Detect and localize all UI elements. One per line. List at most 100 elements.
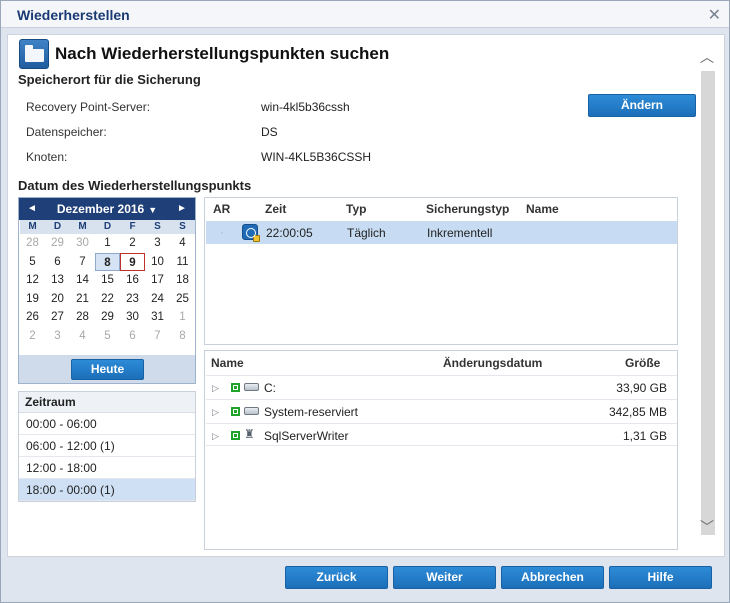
rps-value: win-4kl5b36cssh — [261, 100, 350, 114]
drive-icon — [244, 407, 259, 415]
help-button[interactable]: Hilfe — [609, 566, 712, 589]
contents-table: Name Änderungsdatum Größe ▷ C: 33,90 GB … — [204, 350, 678, 550]
calendar-day[interactable]: 3 — [145, 234, 170, 253]
vertical-scrollbar[interactable] — [701, 71, 715, 535]
calendar-day[interactable]: 28 — [20, 234, 45, 253]
calendar-day[interactable]: 26 — [20, 308, 45, 327]
calendar-day[interactable]: 12 — [20, 271, 45, 290]
recovery-point-row[interactable]: · 22:00:05 Täglich Inkrementell — [206, 221, 677, 244]
content-row-sqlserverwriter[interactable]: ▷ ♜ SqlServerWriter 1,31 GB — [206, 423, 677, 446]
close-icon[interactable]: ✕ — [708, 5, 721, 25]
calendar-day[interactable]: 21 — [70, 290, 95, 309]
cancel-button[interactable]: Abbrechen — [501, 566, 604, 589]
calendar-day[interactable]: 29 — [95, 308, 120, 327]
today-button[interactable]: Heute — [71, 359, 144, 380]
col-backup-type[interactable]: Sicherungstyp — [426, 202, 509, 216]
calendar-day[interactable]: 1 — [95, 234, 120, 253]
col-name[interactable]: Name — [526, 202, 559, 216]
back-button[interactable]: Zurück — [285, 566, 388, 589]
calendar-day[interactable]: 23 — [120, 290, 145, 309]
expand-icon[interactable]: ▷ — [212, 383, 219, 394]
calendar-day[interactable]: 30 — [120, 308, 145, 327]
recovery-points-table: AR Zeit Typ Sicherungstyp Name · 22:00:0… — [204, 197, 678, 345]
calendar-day[interactable]: 6 — [120, 327, 145, 346]
calendar-day[interactable]: 18 — [170, 271, 195, 290]
time-period-item[interactable]: 12:00 - 18:00 — [19, 457, 195, 479]
calendar-day[interactable]: 15 — [95, 271, 120, 290]
calendar-day[interactable]: 10 — [145, 253, 170, 272]
col-type[interactable]: Typ — [346, 202, 366, 216]
calendar-day[interactable]: 25 — [170, 290, 195, 309]
col-content-name[interactable]: Name — [211, 356, 244, 370]
calendar-day[interactable]: 3 — [45, 327, 70, 346]
status-ok-icon — [231, 431, 240, 440]
calendar-day[interactable]: 5 — [20, 253, 45, 272]
calendar-header: ◄ Dezember 2016 ▼ ► — [19, 198, 195, 220]
calendar-day-today[interactable]: 9 — [120, 252, 145, 272]
weekday-label: D — [95, 220, 120, 234]
expand-icon[interactable]: ▷ — [212, 407, 219, 418]
next-month-icon[interactable]: ► — [173, 198, 191, 220]
weekday-label: D — [45, 220, 70, 234]
sql-writer-icon: ♜ — [244, 427, 255, 441]
content-name: C: — [264, 381, 276, 395]
calendar-day[interactable]: 28 — [70, 308, 95, 327]
scroll-up-icon[interactable]: ︿ — [700, 47, 714, 67]
calendar-day[interactable]: 22 — [95, 290, 120, 309]
weekday-label: S — [170, 220, 195, 234]
col-modified[interactable]: Änderungsdatum — [443, 356, 542, 370]
status-ok-icon — [231, 407, 240, 416]
page-title: Nach Wiederherstellungspunkten suchen — [55, 44, 390, 63]
content-row-c[interactable]: ▷ C: 33,90 GB — [206, 375, 677, 398]
calendar-day[interactable]: 31 — [145, 308, 170, 327]
calendar-day[interactable]: 5 — [95, 327, 120, 346]
calendar-day[interactable]: 7 — [70, 253, 95, 272]
expand-icon[interactable]: ▷ — [212, 431, 219, 442]
prev-month-icon[interactable]: ◄ — [23, 198, 41, 220]
calendar-day[interactable]: 6 — [45, 253, 70, 272]
calendar-day-selected[interactable]: 8 — [95, 252, 120, 272]
time-period-item[interactable]: 00:00 - 06:00 — [19, 413, 195, 435]
next-button[interactable]: Weiter — [393, 566, 496, 589]
calendar-footer: Heute — [19, 355, 195, 383]
rp-time: 22:00:05 — [266, 226, 313, 240]
datastore-label: Datenspeicher: — [26, 125, 107, 139]
calendar-day[interactable]: 24 — [145, 290, 170, 309]
calendar-day[interactable]: 7 — [145, 327, 170, 346]
col-size[interactable]: Größe — [625, 356, 660, 370]
col-time[interactable]: Zeit — [265, 202, 286, 216]
calendar-day[interactable]: 2 — [120, 234, 145, 253]
calendar-day[interactable]: 8 — [170, 327, 195, 346]
col-ar[interactable]: AR — [213, 202, 230, 216]
content-row-system-reserved[interactable]: ▷ System-reserviert 342,85 MB — [206, 399, 677, 422]
status-ok-icon — [231, 383, 240, 392]
calendar-day[interactable]: 13 — [45, 271, 70, 290]
calendar-day[interactable]: 29 — [45, 234, 70, 253]
date-picker-calendar: ◄ Dezember 2016 ▼ ► MDMDFSS 28 29 30 1 2 3 4 5 6 7… — [18, 197, 196, 384]
month-label[interactable]: Dezember 2016 ▼ — [57, 202, 157, 216]
chevron-down-icon[interactable]: ▼ — [148, 205, 157, 215]
calendar-day[interactable]: 4 — [70, 327, 95, 346]
content-name: System-reserviert — [264, 405, 359, 419]
time-period-item[interactable]: 18:00 - 00:00 (1) — [19, 479, 195, 501]
scroll-down-icon[interactable]: ﹀ — [700, 517, 714, 537]
calendar-day[interactable]: 4 — [170, 234, 195, 253]
calendar-day[interactable]: 2 — [20, 327, 45, 346]
weekday-label: S — [145, 220, 170, 234]
calendar-day[interactable]: 14 — [70, 271, 95, 290]
calendar-days: 28 29 30 1 2 3 4 5 6 7 8 9 10 11 12 13 14 15 16 17 18 19 20 21 2… — [19, 234, 195, 346]
content-size: 342,85 MB — [608, 405, 667, 419]
change-button[interactable]: Ändern — [588, 94, 696, 117]
restore-dialog: Wiederherstellen ✕ Nach Wiederherstellun… — [0, 0, 730, 603]
time-period-item[interactable]: 06:00 - 12:00 (1) — [19, 435, 195, 457]
calendar-day[interactable]: 16 — [120, 271, 145, 290]
weekday-label: M — [70, 220, 95, 234]
calendar-day[interactable]: 11 — [170, 253, 195, 272]
weekday-label: F — [120, 220, 145, 234]
calendar-day[interactable]: 27 — [45, 308, 70, 327]
calendar-day[interactable]: 17 — [145, 271, 170, 290]
calendar-day[interactable]: 1 — [170, 308, 195, 327]
calendar-day[interactable]: 20 — [45, 290, 70, 309]
calendar-day[interactable]: 19 — [20, 290, 45, 309]
calendar-day[interactable]: 30 — [70, 234, 95, 253]
